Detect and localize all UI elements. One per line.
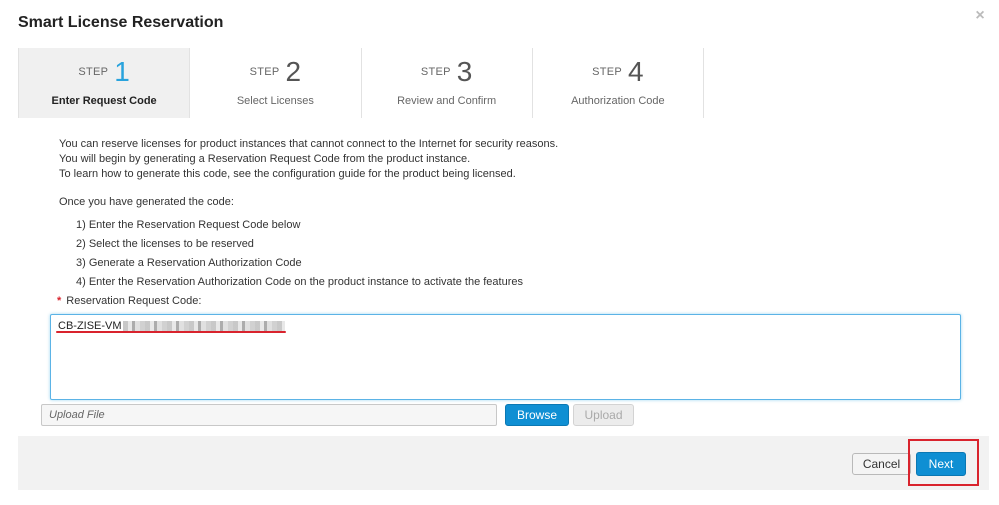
step-3-number: 3	[456, 56, 473, 87]
step-1[interactable]: STEP 1 Enter Request Code	[19, 48, 191, 118]
intro-line-1: You can reserve licenses for product ins…	[59, 138, 559, 150]
instruction-item-1: 1) Enter the Reservation Request Code be…	[76, 219, 301, 231]
step-1-label: Enter Request Code	[51, 95, 157, 107]
browse-button[interactable]: Browse	[505, 404, 569, 426]
intro-line-3: To learn how to generate this code, see …	[59, 168, 516, 180]
request-code-label: * Reservation Request Code:	[57, 295, 201, 307]
dialog-footer	[18, 436, 989, 490]
step-2-word: STEP	[249, 66, 280, 78]
required-marker: *	[57, 295, 62, 307]
step-4-number: 4	[628, 56, 644, 87]
step-4-label: Authorization Code	[571, 95, 665, 107]
step-1-number: 1	[114, 56, 130, 87]
instruction-list: 1) Enter the Reservation Request Code be…	[76, 218, 523, 294]
step-2-number: 2	[285, 56, 302, 87]
instruction-item-3: 3) Generate a Reservation Authorization …	[76, 257, 302, 269]
step-2[interactable]: STEP 2 Select Licenses	[190, 48, 362, 118]
instruction-item-4: 4) Enter the Reservation Authorization C…	[76, 276, 523, 288]
request-code-textarea[interactable]: CB-ZISE-VM	[50, 314, 961, 400]
wizard-steps: STEP 1 Enter Request Code STEP 2 Select Li…	[18, 48, 704, 118]
step-3[interactable]: STEP 3 Review and Confirm	[362, 48, 533, 118]
step-1-word: STEP	[78, 66, 109, 78]
step-4[interactable]: STEP 4 Authorization Code	[533, 48, 704, 118]
instruction-item-2: 2) Select the licenses to be reserved	[76, 238, 254, 250]
redacted-code-blur	[122, 320, 285, 332]
intro-text: You can reserve licenses for product ins…	[59, 137, 558, 182]
step-3-word: STEP	[420, 66, 451, 78]
cancel-button[interactable]: Cancel	[852, 453, 911, 475]
dialog-title: Smart License Reservation	[18, 14, 224, 31]
red-underline-annotation	[56, 331, 286, 333]
step-3-label: Review and Confirm	[397, 95, 497, 107]
close-icon[interactable]: ×	[972, 8, 988, 24]
once-generated-text: Once you have generated the code:	[59, 196, 234, 208]
step-4-word: STEP	[592, 66, 623, 78]
step-2-label: Select Licenses	[236, 95, 314, 107]
request-code-label-text: Reservation Request Code:	[66, 295, 202, 307]
next-highlight-annotation	[908, 439, 979, 486]
upload-button[interactable]: Upload	[573, 404, 634, 426]
intro-line-2: You will begin by generating a Reservati…	[59, 153, 471, 165]
upload-file-field[interactable]: Upload File	[41, 404, 497, 426]
